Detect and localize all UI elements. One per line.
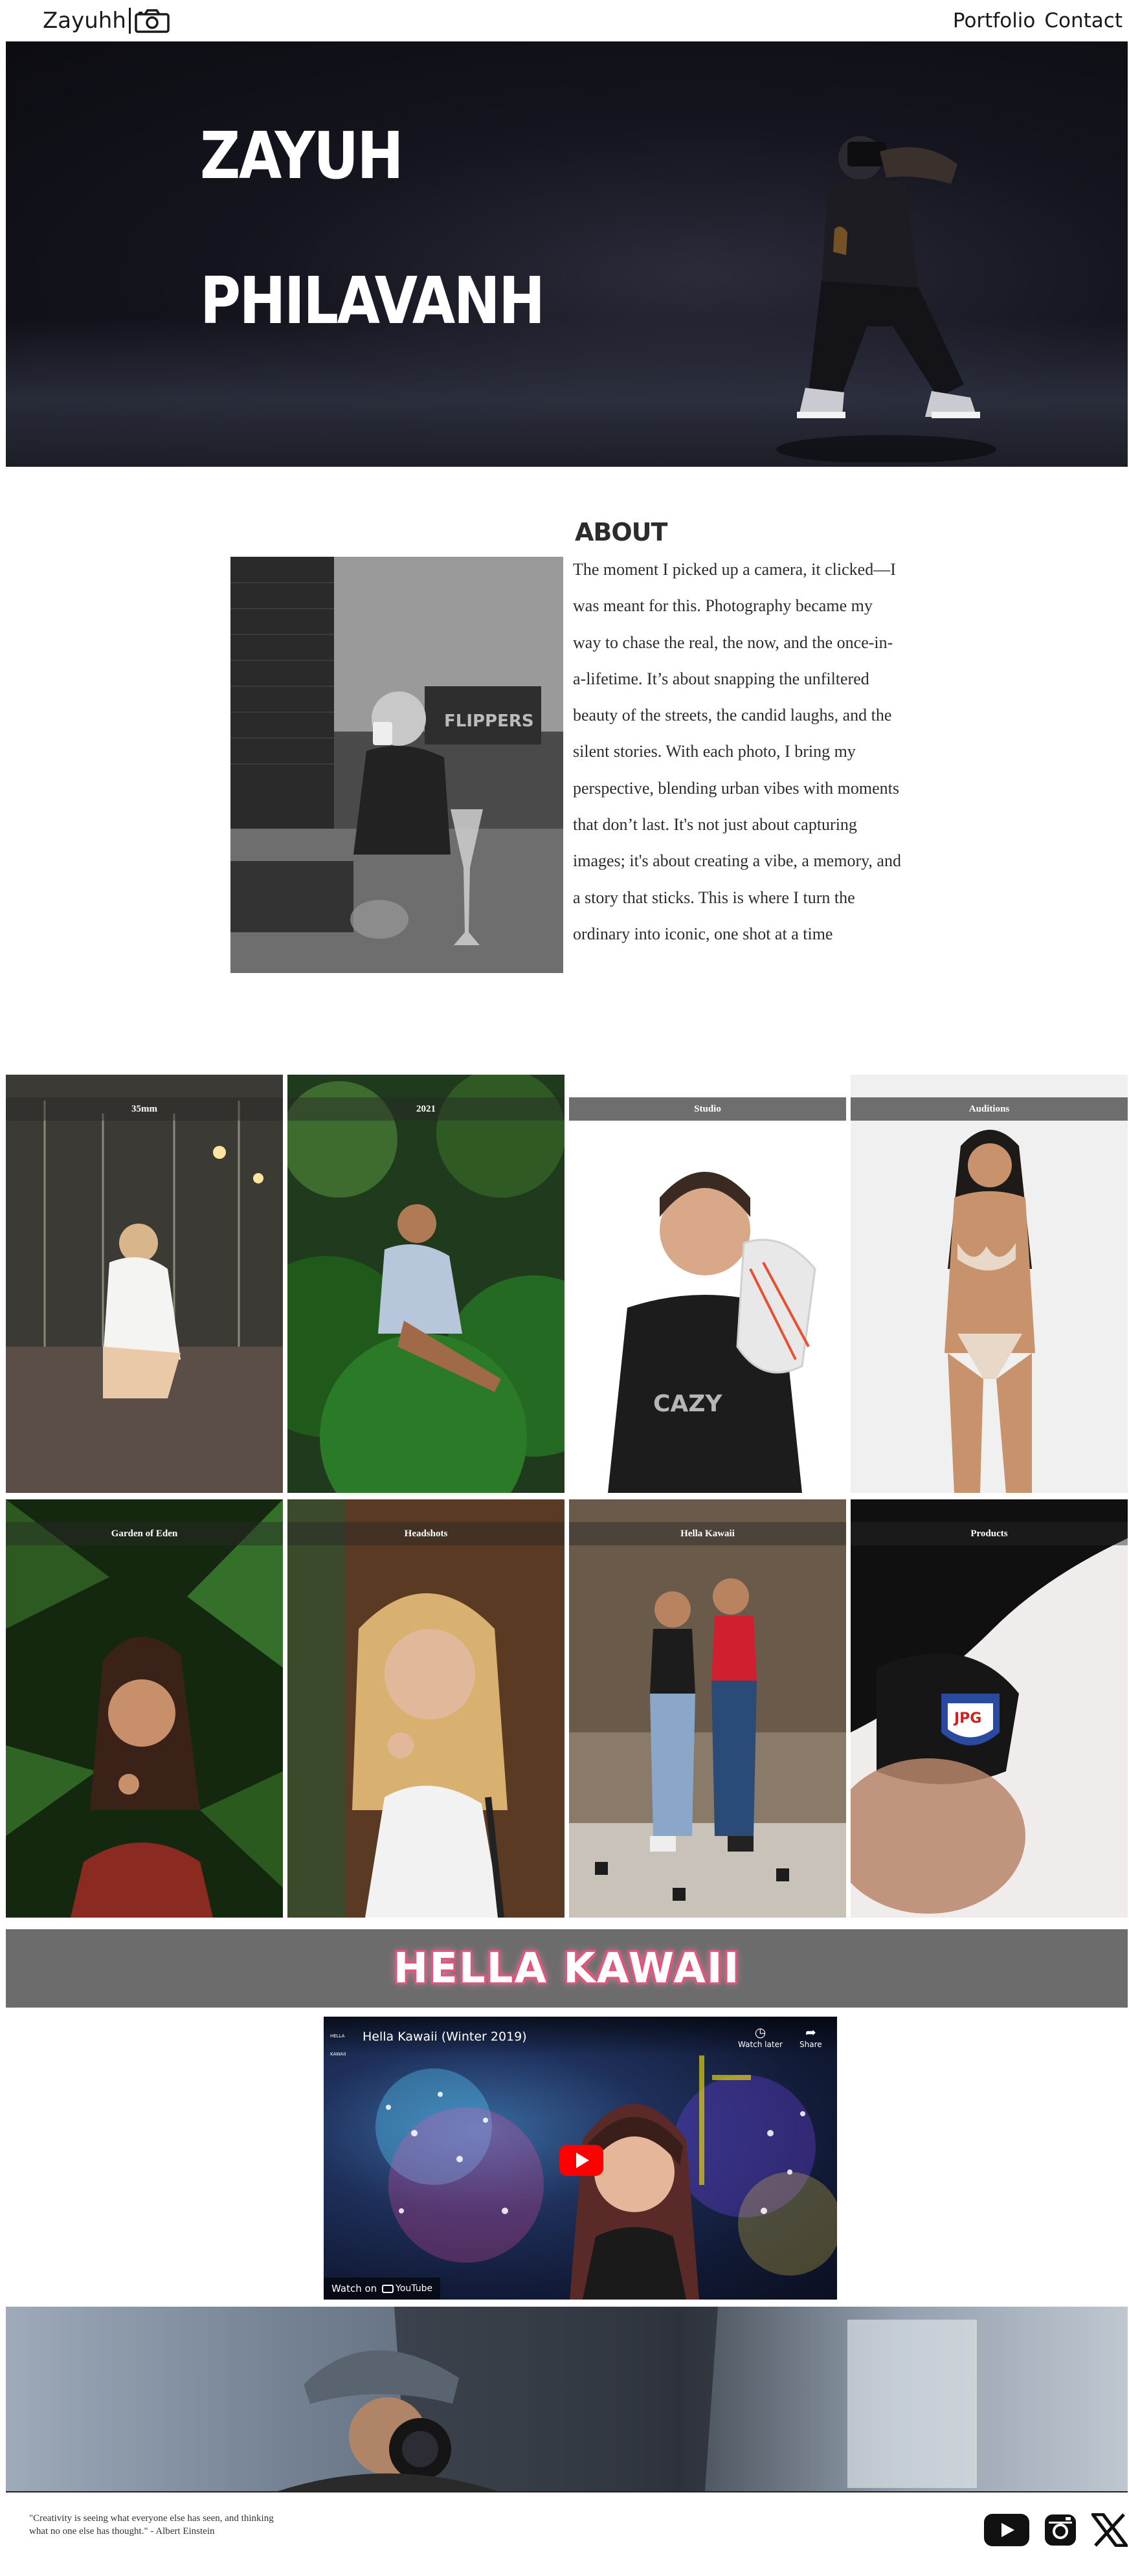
banner-title: HELLA KAWAII <box>393 1944 741 1993</box>
youtube-icon <box>382 2284 394 2293</box>
photographer-strip-image <box>6 2307 1128 2491</box>
tile-image: JPG <box>851 1499 1128 1918</box>
tile-label: 35mm <box>6 1097 283 1121</box>
hero-banner: ZAYUH PHILAVANH <box>6 41 1128 467</box>
tile-image <box>851 1075 1128 1493</box>
share-icon: ➦ <box>805 2024 816 2040</box>
tile-image <box>287 1499 564 1918</box>
tile-image <box>6 1499 283 1918</box>
footer-quote: "Creativity is seeing what everyone else… <box>29 2513 274 2537</box>
hella-kawaii-banner: HELLA KAWAII <box>6 1929 1128 2008</box>
tile-label: Hella Kawaii <box>569 1522 846 1545</box>
site-footer: "Creativity is seeing what everyone else… <box>6 2491 1128 2576</box>
nav-contact[interactable]: Contact <box>1044 9 1123 32</box>
watch-later-label: Watch later <box>738 2040 783 2049</box>
youtube-logo: YouTube <box>382 2283 432 2294</box>
tile-label: Headshots <box>287 1522 564 1545</box>
gallery-tile-auditions[interactable]: Auditions <box>851 1075 1128 1493</box>
channel-avatar[interactable]: HELLA KAWAII <box>330 2027 353 2057</box>
instagram-link[interactable] <box>1044 2513 1077 2547</box>
hero-last-name: PHILAVANH <box>200 263 545 339</box>
hero-first-name: ZAYUH <box>200 118 403 194</box>
gallery-tile-studio[interactable]: CAZY Studio <box>569 1075 846 1493</box>
tile-label: 2021 <box>287 1097 564 1121</box>
share-label: Share <box>799 2040 822 2049</box>
tile-label: Garden of Eden <box>6 1522 283 1545</box>
about-photo-image: FLIPPERS <box>230 557 563 973</box>
youtube-video-embed[interactable]: HELLA KAWAII Hella Kawaii (Winter 2019) … <box>324 2017 837 2300</box>
about-title: ABOUT <box>575 518 667 546</box>
about-photo: FLIPPERS <box>230 557 563 973</box>
tile-label: Auditions <box>851 1097 1128 1121</box>
tile-image <box>287 1075 564 1493</box>
watch-on-label: Watch on <box>331 2283 377 2294</box>
main-nav: Portfolio Contact <box>953 9 1123 32</box>
video-title[interactable]: Hella Kawaii (Winter 2019) <box>363 2030 527 2044</box>
svg-text:FLIPPERS: FLIPPERS <box>444 711 534 731</box>
gallery-tile-products[interactable]: JPG Products <box>851 1499 1128 1918</box>
clock-icon: ◷ <box>754 2024 766 2040</box>
watch-on-youtube-link[interactable]: Watch on YouTube <box>324 2278 441 2300</box>
strip-image <box>6 2307 1128 2491</box>
brand-logo[interactable]: Zayuhh <box>43 6 171 35</box>
platform-name: YouTube <box>396 2283 433 2294</box>
site-header: Zayuhh Portfolio Contact <box>0 0 1129 41</box>
tile-label: Studio <box>569 1097 846 1121</box>
tile-image: CAZY <box>569 1075 846 1493</box>
x-icon <box>1091 2513 1128 2547</box>
tile-image <box>6 1075 283 1493</box>
share-button[interactable]: ➦ Share <box>799 2024 822 2049</box>
instagram-icon <box>1045 2514 1076 2546</box>
x-link[interactable] <box>1091 2513 1128 2547</box>
brand-divider <box>128 8 131 34</box>
watch-later-button[interactable]: ◷ Watch later <box>738 2024 783 2049</box>
brand-name: Zayuhh <box>43 8 126 34</box>
camera-icon <box>135 9 170 33</box>
nav-portfolio[interactable]: Portfolio <box>953 9 1036 32</box>
svg-text:JPG: JPG <box>953 1710 981 1727</box>
youtube-link[interactable] <box>984 2514 1029 2546</box>
youtube-icon <box>984 2514 1029 2546</box>
play-button[interactable] <box>559 2145 603 2176</box>
gallery-tile-35mm[interactable]: 35mm <box>6 1075 283 1493</box>
hero-photographer-image <box>776 136 996 462</box>
about-text: The moment I picked up a camera, it clic… <box>573 560 901 943</box>
gallery-tile-headshots[interactable]: Headshots <box>287 1499 564 1918</box>
svg-text:CAZY: CAZY <box>653 1391 722 1417</box>
gallery-tile-garden-of-eden[interactable]: Garden of Eden <box>6 1499 283 1918</box>
tile-image <box>569 1499 846 1918</box>
tile-label: Products <box>851 1522 1128 1545</box>
gallery-tile-hella-kawaii[interactable]: Hella Kawaii <box>569 1499 846 1918</box>
social-links <box>984 2513 1128 2547</box>
gallery-tile-2021[interactable]: 2021 <box>287 1075 564 1493</box>
portfolio-gallery: 35mm 2021 CAZY Studio Auditions Garden o… <box>6 1075 1128 1918</box>
